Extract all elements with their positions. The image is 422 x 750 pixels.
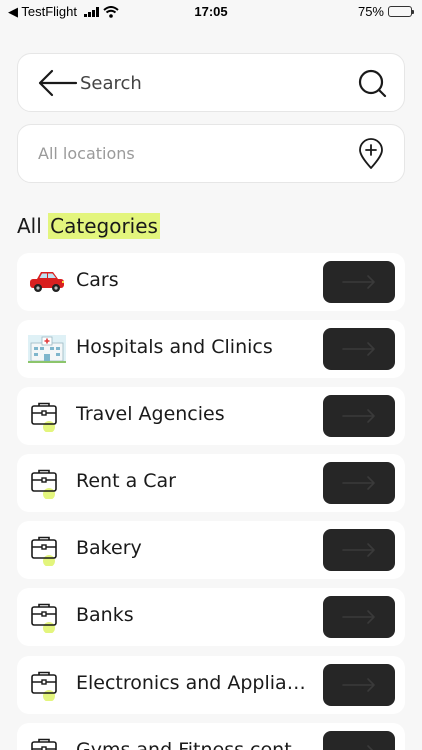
category-item-hospitals[interactable]: Hospitals and Clinics [17,320,405,378]
category-item-gyms[interactable]: Gyms and Fitness cent [17,723,405,750]
category-label: Hospitals and Clinics [76,336,273,358]
location-selector[interactable]: All locations [17,124,405,183]
car-icon [30,272,64,292]
arrow-right-icon [342,678,375,692]
battery-icon [388,6,414,17]
briefcase-icon [31,536,57,566]
briefcase-icon [31,738,57,750]
category-label: Travel Agencies [76,403,225,425]
go-button[interactable] [323,462,395,504]
add-location-pin-icon[interactable] [358,138,384,170]
category-item-rent-a-car[interactable]: Rent a Car [17,454,405,512]
page-title-prefix: All [17,214,49,238]
arrow-right-icon [342,476,375,490]
category-item-bakery[interactable]: Bakery [17,521,405,579]
arrow-right-icon [342,610,375,624]
category-item-banks[interactable]: Banks [17,588,405,646]
arrow-right-icon [342,409,375,423]
category-item-electronics[interactable]: Electronics and Appliances [17,656,405,714]
go-button[interactable] [323,261,395,303]
go-button[interactable] [323,529,395,571]
location-input[interactable]: All locations [38,144,135,163]
arrow-right-icon [342,543,375,557]
search-input[interactable]: Search [80,73,142,94]
search-bar[interactable]: Search [17,53,405,112]
battery-percent: 75% [357,4,384,19]
back-arrow-icon[interactable] [36,68,78,98]
go-button[interactable] [323,664,395,706]
search-icon[interactable] [358,69,388,99]
page-title-highlight: Categories [48,213,160,239]
briefcase-icon [31,402,57,432]
go-button[interactable] [323,596,395,638]
category-label: Bakery [76,537,142,559]
category-label: Cars [76,269,119,291]
briefcase-icon [31,469,57,499]
arrow-right-icon [367,745,374,750]
status-right: 75% [357,4,414,19]
briefcase-icon [31,603,57,633]
category-label: Electronics and Appliances [76,672,316,694]
category-item-cars[interactable]: Cars [17,253,405,311]
hospital-icon [28,335,66,363]
page-title: All Categories [17,213,160,239]
go-button[interactable] [323,731,395,750]
category-label: Banks [76,604,134,626]
arrow-right-icon [342,275,375,289]
arrow-right-icon [342,342,375,356]
category-label: Rent a Car [76,470,176,492]
category-label: Gyms and Fitness cent [76,739,292,750]
briefcase-icon [31,671,57,701]
category-item-travel-agencies[interactable]: Travel Agencies [17,387,405,445]
go-button[interactable] [323,395,395,437]
go-button[interactable] [323,328,395,370]
status-bar: ◀ TestFlight 17:05 75% [0,0,422,24]
